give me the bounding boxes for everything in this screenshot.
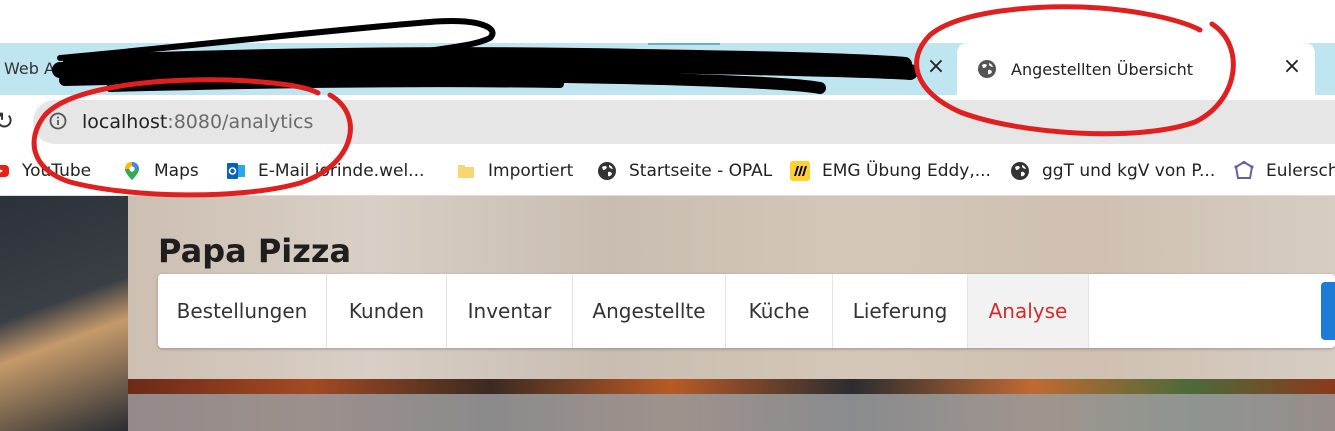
bookmark-emg[interactable]: EMG Übung Eddy,... bbox=[790, 159, 991, 183]
polygon-icon bbox=[1234, 161, 1254, 179]
bookmark-label: Maps bbox=[154, 161, 199, 181]
youtube-icon bbox=[0, 165, 9, 177]
nav-item-kunden[interactable]: Kunden bbox=[327, 274, 447, 348]
maps-pin-icon bbox=[125, 162, 139, 180]
browser-toolbar: ↻ localhost:8080/analytics bbox=[0, 95, 1335, 149]
url-port-path: :8080/analytics bbox=[167, 111, 314, 133]
outlook-icon bbox=[227, 163, 245, 179]
background-image-left bbox=[0, 196, 128, 431]
bookmark-label: YouTube bbox=[22, 161, 92, 181]
miro-icon bbox=[790, 161, 810, 181]
tab-active-close-icon[interactable]: × bbox=[1281, 55, 1303, 79]
address-bar[interactable]: localhost:8080/analytics bbox=[33, 100, 1335, 144]
folder-icon bbox=[458, 165, 474, 178]
tab-active-title: Angestellten Übersicht bbox=[1011, 60, 1194, 79]
main-nav: Bestellungen Kunden Inventar Angestellte… bbox=[158, 274, 1335, 348]
bookmark-importiert[interactable]: Importiert bbox=[456, 159, 573, 183]
nav-item-inventar[interactable]: Inventar bbox=[447, 274, 573, 348]
url-host: localhost bbox=[82, 111, 168, 133]
bookmark-label: E-Mail jorinde.wel... bbox=[258, 161, 425, 181]
bookmark-email[interactable]: E-Mail jorinde.wel... bbox=[226, 159, 424, 183]
globe-icon bbox=[1011, 162, 1029, 180]
bookmark-maps[interactable]: Maps bbox=[122, 159, 199, 183]
address-url: localhost:8080/analytics bbox=[82, 111, 313, 133]
reload-icon[interactable]: ↻ bbox=[0, 107, 14, 135]
tab-web[interactable]: Web A × bbox=[0, 43, 950, 95]
bookmark-ggt[interactable]: ggT und kgV von P... bbox=[1010, 159, 1215, 183]
info-icon[interactable] bbox=[49, 112, 67, 130]
app-brand[interactable]: Papa Pizza bbox=[158, 232, 351, 270]
nav-item-bestellungen[interactable]: Bestellungen bbox=[158, 274, 327, 348]
bookmark-label: ggT und kgV von P... bbox=[1042, 161, 1216, 181]
nav-item-angestellte[interactable]: Angestellte bbox=[573, 274, 726, 348]
globe-icon bbox=[978, 60, 996, 78]
bookmark-label: EMG Übung Eddy,... bbox=[822, 161, 991, 181]
nav-item-lieferung[interactable]: Lieferung bbox=[833, 274, 968, 348]
bookmarks-bar: YouTube Maps E-Mail jorinde.wel... Impor… bbox=[0, 149, 1335, 196]
bookmark-youtube[interactable]: YouTube bbox=[0, 159, 91, 183]
tab-strip: Web A × Angestellten Übersicht × bbox=[0, 43, 1335, 95]
tab-web-title: Web A bbox=[4, 59, 55, 78]
tab-angestellten-uebersicht[interactable]: Angestellten Übersicht × bbox=[957, 43, 1315, 95]
tab-web-close-icon[interactable]: × bbox=[925, 55, 947, 79]
nav-item-kueche[interactable]: Küche bbox=[726, 274, 833, 348]
bookmark-label: Importiert bbox=[488, 161, 574, 181]
bookmark-label: Startseite - OPAL bbox=[629, 161, 773, 181]
nav-item-analyse[interactable]: Analyse bbox=[968, 274, 1089, 348]
bookmark-label: Eulersch bbox=[1266, 161, 1335, 181]
web-page: Papa Pizza Bestellungen Kunden Inventar … bbox=[0, 196, 1335, 431]
nav-action-button[interactable] bbox=[1321, 282, 1335, 340]
bookmark-eulersch[interactable]: Eulersch bbox=[1234, 159, 1335, 183]
content-card-top bbox=[128, 394, 1335, 431]
bookmark-opal[interactable]: Startseite - OPAL bbox=[597, 159, 772, 183]
globe-icon bbox=[598, 162, 616, 180]
